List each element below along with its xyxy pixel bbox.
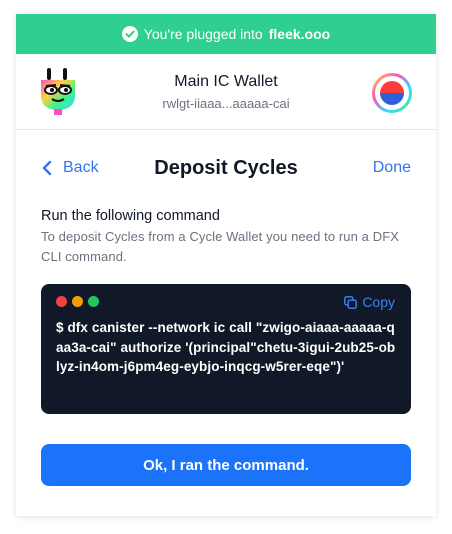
command-code-box: Copy $ dfx canister --network ic call "z… — [41, 284, 411, 414]
plug-popup: You're plugged into fleek.ooo Main IC Wa… — [16, 14, 436, 516]
red-dot — [56, 296, 67, 307]
main-content: Back Deposit Cycles Done Run the followi… — [16, 130, 436, 486]
banner-prefix: You're plugged into — [143, 26, 263, 42]
chevron-left-icon — [42, 160, 52, 176]
instructions-title: Run the following command — [41, 208, 220, 224]
connection-banner: You're plugged into fleek.ooo — [16, 14, 436, 54]
wallet-avatar[interactable] — [372, 73, 412, 113]
done-button[interactable]: Done — [373, 159, 411, 177]
check-circle-icon — [121, 26, 138, 42]
back-button[interactable]: Back — [41, 159, 99, 177]
wallet-principal: rwlgt-iiaaa...aaaaa-cai — [162, 95, 290, 111]
copy-label: Copy — [362, 294, 395, 310]
copy-icon — [344, 295, 358, 309]
nav-row: Back Deposit Cycles Done — [41, 130, 411, 206]
green-dot — [88, 296, 99, 307]
back-label: Back — [63, 159, 99, 176]
wallet-info: Main IC Wallet rwlgt-iiaaa...aaaaa-cai — [162, 73, 289, 111]
yellow-dot — [72, 296, 83, 307]
confirm-ran-command-button[interactable]: Ok, I ran the command. — [41, 444, 411, 486]
copy-button[interactable]: Copy — [344, 294, 395, 310]
plug-logo-icon — [41, 68, 75, 115]
wallet-header: Main IC Wallet rwlgt-iiaaa...aaaaa-cai — [16, 54, 436, 130]
instructions-description: To deposit Cycles from a Cycle Wallet yo… — [41, 229, 400, 264]
banner-site: fleek.ooo — [268, 26, 331, 42]
command-text: $ dfx canister --network ic call "zwigo-… — [56, 320, 396, 374]
wallet-name: Main IC Wallet — [174, 72, 278, 90]
